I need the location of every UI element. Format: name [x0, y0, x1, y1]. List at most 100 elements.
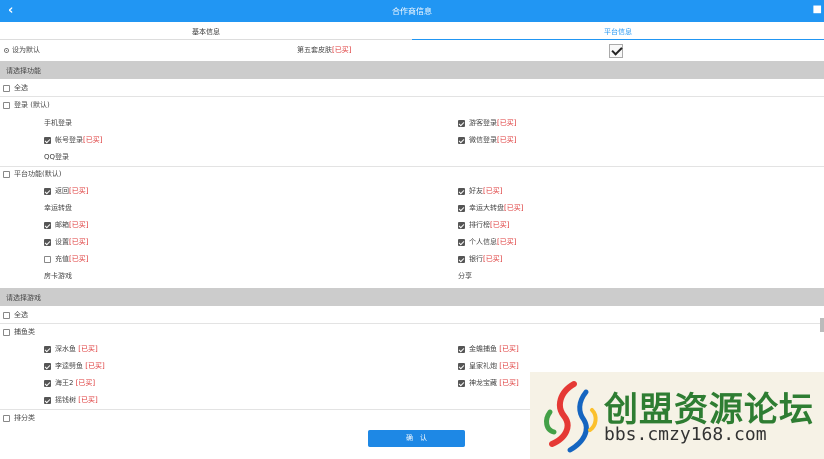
- login-group-label: 登录 (默认): [14, 101, 50, 109]
- login-item-checkbox[interactable]: [458, 136, 465, 144]
- fish-item-label: 神龙宝藏: [469, 379, 497, 387]
- divider: [0, 166, 824, 167]
- tab-platform-info[interactable]: 平台信息: [412, 22, 824, 40]
- login-item-checkbox[interactable]: [44, 136, 51, 144]
- set-default-radio[interactable]: [4, 47, 9, 53]
- game-select-all[interactable]: 全选: [3, 310, 28, 320]
- fish-item-label: 深水鱼: [55, 345, 76, 353]
- ranking-group-checkbox[interactable]: [3, 414, 10, 422]
- login-item-checkbox[interactable]: [458, 119, 465, 127]
- platform-item-checkbox[interactable]: [458, 204, 465, 212]
- fish-item-option[interactable]: 李逵劈鱼 [已买]: [44, 361, 105, 371]
- platform-item-checkbox[interactable]: [458, 255, 465, 263]
- platform-item-checkbox[interactable]: [458, 221, 465, 229]
- platform-item-label: 充值: [55, 255, 69, 263]
- login-group[interactable]: 登录 (默认): [3, 100, 50, 110]
- login-item-option[interactable]: QQ登录: [44, 152, 69, 162]
- fish-item-checkbox[interactable]: [458, 362, 465, 370]
- bought-badge: [已买]: [69, 221, 89, 229]
- bought-badge: [已买]: [83, 136, 103, 144]
- platform-item-checkbox[interactable]: [458, 238, 465, 246]
- login-item-option[interactable]: 游客登录[已买]: [458, 118, 516, 128]
- skin-bought-badge: [已买]: [332, 46, 352, 54]
- fish-item-checkbox[interactable]: [44, 396, 51, 404]
- platform-item-checkbox[interactable]: [44, 238, 51, 246]
- fish-item-option[interactable]: 金蟾捕鱼 [已买]: [458, 344, 519, 354]
- login-item-label: 游客登录: [469, 119, 497, 127]
- divider: [0, 96, 824, 97]
- fish-item-label: 皇家礼炮: [469, 362, 497, 370]
- platform-item-label: 设置: [55, 238, 69, 246]
- fish-group-checkbox[interactable]: [3, 328, 10, 336]
- fish-item-option[interactable]: 皇家礼炮 [已买]: [458, 361, 519, 371]
- login-item-label: 帐号登录: [55, 136, 83, 144]
- platform-item-option[interactable]: 好友[已买]: [458, 186, 502, 196]
- fish-item-label: 李逵劈鱼: [55, 362, 83, 370]
- platform-item-option[interactable]: 个人信息[已买]: [458, 237, 516, 247]
- platform-item-option[interactable]: 分享: [458, 271, 472, 281]
- bought-badge: [已买]: [76, 345, 98, 353]
- tab-basic-info[interactable]: 基本信息: [0, 22, 412, 40]
- platform-group-checkbox[interactable]: [3, 170, 10, 178]
- fish-item-option[interactable]: 神龙宝藏 [已买]: [458, 378, 519, 388]
- platform-item-checkbox[interactable]: [458, 187, 465, 195]
- login-group-checkbox[interactable]: [3, 101, 10, 109]
- platform-item-option[interactable]: 幸运大转盘[已买]: [458, 203, 523, 213]
- platform-item-label: 银行: [469, 255, 483, 263]
- fish-item-label: 海王2: [55, 379, 74, 387]
- platform-item-label: 好友: [469, 187, 483, 195]
- platform-item-label: 分享: [458, 272, 472, 280]
- fish-item-checkbox[interactable]: [44, 345, 51, 353]
- skin-option: 第五套皮肤[已买]: [297, 45, 351, 55]
- skin-checkbox[interactable]: [609, 44, 623, 58]
- fish-item-option[interactable]: 摇钱树 [已买]: [44, 395, 98, 405]
- page-title: 合作商信息: [392, 7, 432, 16]
- bought-badge: [已买]: [497, 379, 519, 387]
- platform-item-label: 幸运转盘: [44, 204, 72, 212]
- platform-item-option[interactable]: 排行榜[已买]: [458, 220, 509, 230]
- platform-item-option[interactable]: 房卡游戏: [44, 271, 72, 281]
- platform-item-option[interactable]: 幸运转盘: [44, 203, 72, 213]
- game-select-all-checkbox[interactable]: [3, 311, 10, 319]
- platform-item-option[interactable]: 返回[已买]: [44, 186, 88, 196]
- feature-select-all-checkbox[interactable]: [3, 84, 10, 92]
- platform-item-checkbox[interactable]: [44, 255, 51, 263]
- platform-item-option[interactable]: 邮箱[已买]: [44, 220, 88, 230]
- platform-group[interactable]: 平台功能(默认): [3, 169, 61, 179]
- platform-item-checkbox[interactable]: [44, 221, 51, 229]
- fish-item-option[interactable]: 海王2 [已买]: [44, 378, 95, 388]
- platform-item-label: 排行榜: [469, 221, 490, 229]
- login-item-label: 微信登录: [469, 136, 497, 144]
- settings-icon[interactable]: ■: [813, 4, 822, 15]
- divider: [0, 323, 824, 324]
- fish-item-checkbox[interactable]: [458, 379, 465, 387]
- scrollbar-thumb[interactable]: [820, 318, 824, 332]
- login-item-label: 手机登录: [44, 119, 72, 127]
- ranking-group-label: 排分类: [14, 414, 35, 422]
- bought-badge: [已买]: [483, 187, 503, 195]
- fish-item-checkbox[interactable]: [44, 362, 51, 370]
- login-item-option[interactable]: 微信登录[已买]: [458, 135, 516, 145]
- platform-item-option[interactable]: 充值[已买]: [44, 254, 88, 264]
- set-default-option[interactable]: 设为默认: [4, 45, 40, 55]
- platform-item-option[interactable]: 设置[已买]: [44, 237, 88, 247]
- login-item-option[interactable]: 帐号登录[已买]: [44, 135, 102, 145]
- bought-badge: [已买]: [69, 187, 89, 195]
- feature-select-all[interactable]: 全选: [3, 83, 28, 93]
- fish-group[interactable]: 捕鱼类: [3, 327, 35, 337]
- platform-item-checkbox[interactable]: [44, 187, 51, 195]
- bought-badge: [已买]: [497, 345, 519, 353]
- ranking-group[interactable]: 排分类: [3, 413, 35, 423]
- platform-item-label: 邮箱: [55, 221, 69, 229]
- platform-item-label: 返回: [55, 187, 69, 195]
- fish-item-checkbox[interactable]: [44, 379, 51, 387]
- fish-item-option[interactable]: 深水鱼 [已买]: [44, 344, 98, 354]
- platform-group-label: 平台功能(默认): [14, 170, 62, 178]
- fish-item-checkbox[interactable]: [458, 345, 465, 353]
- bought-badge: [已买]: [83, 362, 105, 370]
- bought-badge: [已买]: [497, 119, 517, 127]
- bought-badge: [已买]: [69, 255, 89, 263]
- confirm-button[interactable]: 确 认: [368, 430, 465, 447]
- login-item-option[interactable]: 手机登录: [44, 118, 72, 128]
- platform-item-option[interactable]: 银行[已买]: [458, 254, 502, 264]
